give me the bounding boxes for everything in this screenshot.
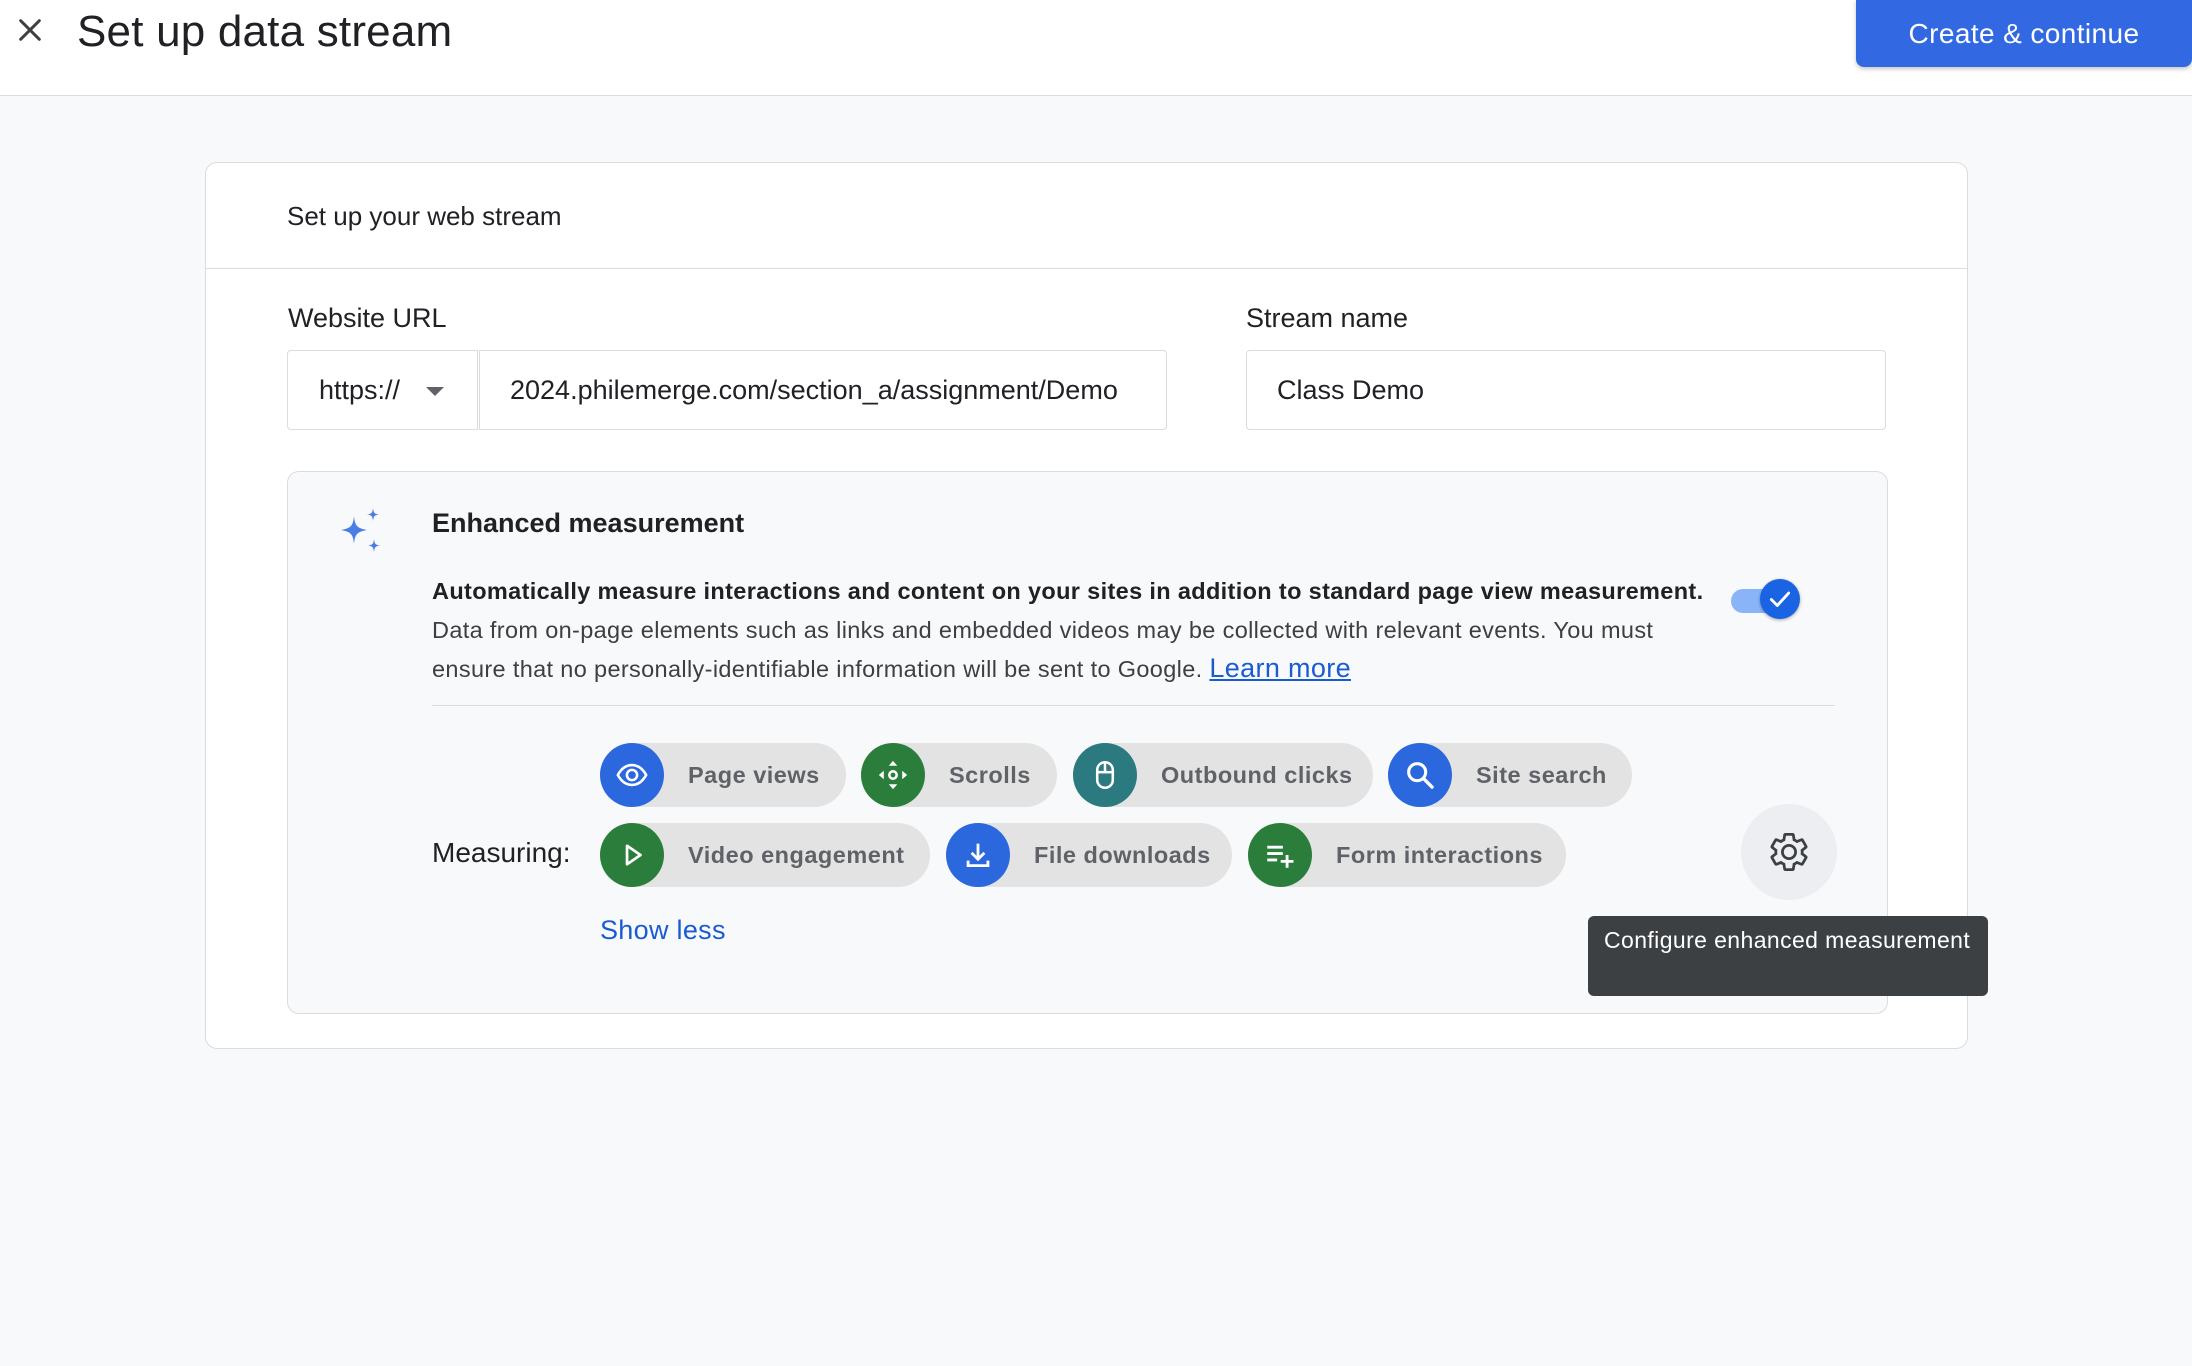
chip-label: Video engagement	[688, 841, 905, 868]
mouse-icon	[1095, 760, 1115, 790]
card-header: Set up your web stream	[206, 163, 1967, 269]
stream-name-label: Stream name	[1246, 303, 1409, 333]
chip-page-views: Page views	[600, 743, 846, 807]
toggle-knob	[1760, 579, 1800, 619]
chip-label: Form interactions	[1336, 841, 1543, 868]
close-icon	[19, 19, 41, 41]
play-icon	[625, 844, 642, 866]
download-icon	[966, 843, 990, 868]
learn-more-link[interactable]: Learn more	[1209, 653, 1351, 683]
chip-outbound-clicks: Outbound clicks	[1073, 743, 1373, 807]
close-button[interactable]	[8, 8, 52, 52]
chip-video-engagement: Video engagement	[600, 823, 930, 887]
card-title: Set up your web stream	[287, 201, 562, 231]
chip-label: Page views	[688, 761, 820, 788]
measuring-label: Measuring:	[432, 837, 571, 868]
chip-file-downloads: File downloads	[946, 823, 1232, 887]
playlist-add-icon	[1267, 845, 1294, 868]
page-title: Set up data stream	[77, 7, 453, 56]
top-bar: Set up data stream Create & continue	[0, 0, 2192, 96]
chip-label: Site search	[1476, 761, 1607, 788]
create-and-continue-button[interactable]: Create & continue	[1856, 0, 2192, 67]
website-url-input[interactable]	[479, 350, 1167, 430]
scroll-arrows-icon	[878, 760, 908, 790]
configure-tooltip: Configure enhanced measurement	[1588, 916, 1988, 996]
sparkle-icon	[341, 508, 380, 552]
chip-label: File downloads	[1034, 841, 1211, 868]
search-icon	[1407, 762, 1434, 789]
eye-icon	[616, 763, 648, 787]
description-bold: Automatically measure interactions and c…	[432, 578, 1704, 604]
divider	[432, 705, 1835, 706]
website-url-label: Website URL	[288, 303, 447, 333]
checkmark-icon	[1769, 591, 1791, 607]
chip-form-interactions: Form interactions	[1248, 823, 1566, 887]
enhanced-measurement-description: Automatically measure interactions and c…	[432, 572, 1722, 689]
description-text: Data from on-page elements such as links…	[432, 616, 1654, 683]
chip-label: Scrolls	[949, 761, 1031, 788]
chip-site-search: Site search	[1388, 743, 1632, 807]
enhanced-measurement-toggle[interactable]	[1729, 577, 1805, 621]
configure-button[interactable]	[1741, 804, 1837, 900]
gear-icon	[1770, 833, 1808, 871]
stream-name-input[interactable]	[1246, 350, 1886, 430]
protocol-select[interactable]: https://	[287, 350, 478, 430]
chip-label: Outbound clicks	[1161, 761, 1353, 788]
dropdown-arrow-icon	[426, 387, 444, 396]
chip-scrolls: Scrolls	[861, 743, 1057, 807]
show-less-link[interactable]: Show less	[600, 915, 726, 946]
protocol-value: https://	[319, 374, 401, 405]
enhanced-measurement-title: Enhanced measurement	[432, 508, 745, 538]
